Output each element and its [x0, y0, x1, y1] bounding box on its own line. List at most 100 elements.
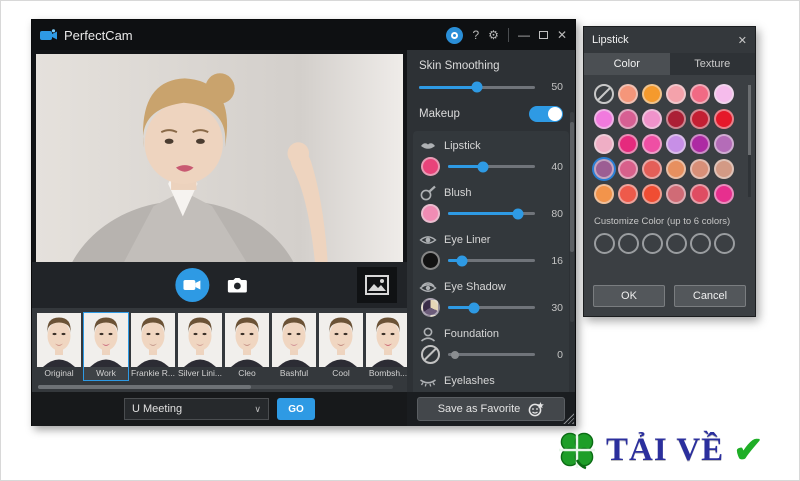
preset-face-image [131, 313, 175, 367]
preset-bombsh[interactable]: Bombsh... [365, 312, 411, 381]
makeup-item-blush: Blush80 [419, 184, 563, 226]
color-swatch-27[interactable] [666, 184, 686, 204]
color-swatch-12[interactable] [594, 134, 614, 154]
customize-color-label: Customize Color (up to 6 colors) [584, 208, 755, 227]
skin-smoothing-slider[interactable] [419, 86, 535, 89]
color-swatch-3[interactable] [666, 84, 686, 104]
foundation-slider[interactable] [448, 353, 535, 356]
color-swatch-5[interactable] [714, 84, 734, 104]
preset-bashful[interactable]: Bashful [271, 312, 317, 381]
ok-button[interactable]: OK [593, 285, 665, 307]
color-swatch-25[interactable] [618, 184, 638, 204]
save-as-favorite-button[interactable]: Save as Favorite [417, 397, 565, 421]
color-swatch-7[interactable] [618, 109, 638, 129]
app-select[interactable]: U Meeting ∨ [124, 398, 269, 420]
color-swatch-8[interactable] [642, 109, 662, 129]
preset-face-image [366, 313, 410, 367]
favorite-face-star-icon [528, 402, 544, 417]
makeup-item-label: Eyelashes [444, 375, 495, 387]
cancel-button[interactable]: Cancel [674, 285, 746, 307]
dialog-titlebar[interactable]: Lipstick ✕ [584, 27, 755, 53]
settings-gear-icon[interactable]: ⚙ [488, 28, 499, 42]
color-swatch-21[interactable] [666, 159, 686, 179]
slider-thumb[interactable] [472, 82, 483, 93]
color-swatch-13[interactable] [618, 134, 638, 154]
makeup-toggle[interactable] [529, 106, 563, 122]
color-swatch-24[interactable] [594, 184, 614, 204]
go-button[interactable]: GO [277, 398, 315, 420]
app-logo: PerfectCam [40, 28, 133, 43]
custom-color-slot-5[interactable] [690, 233, 711, 254]
lipstick-slider[interactable] [448, 165, 535, 168]
color-swatch-14[interactable] [642, 134, 662, 154]
color-swatch-1[interactable] [618, 84, 638, 104]
color-swatch-6[interactable] [594, 109, 614, 129]
color-swatch-2[interactable] [642, 84, 662, 104]
preset-cleo[interactable]: Cleo [224, 312, 270, 381]
color-swatch-9[interactable] [666, 109, 686, 129]
eye-shadow-color-swatch[interactable] [421, 298, 440, 317]
gallery-image-icon [365, 275, 389, 295]
color-swatch-22[interactable] [690, 159, 710, 179]
slider-thumb[interactable] [477, 161, 488, 172]
slider-thumb[interactable] [469, 302, 480, 313]
tab-texture[interactable]: Texture [670, 53, 756, 75]
skin-smoothing-label: Skin Smoothing [419, 60, 563, 72]
skin-smoothing-slider-row: 50 [419, 81, 563, 93]
custom-color-slot-6[interactable] [714, 233, 735, 254]
skin-smoothing-value: 50 [543, 81, 563, 93]
eye-liner-slider[interactable] [448, 259, 535, 262]
color-swatch-10[interactable] [690, 109, 710, 129]
preset-silver-lini[interactable]: Silver Lini... [177, 312, 223, 381]
color-swatch-19[interactable] [618, 159, 638, 179]
swatch-scrollbar[interactable] [748, 85, 751, 197]
titlebar[interactable]: PerfectCam ? ⚙ — ✕ [32, 20, 575, 50]
slider-thumb[interactable] [512, 208, 523, 219]
gallery-thumbnail-button[interactable] [357, 267, 397, 303]
eye-liner-color-swatch[interactable] [421, 251, 440, 270]
preset-frankie-r[interactable]: Frankie R... [130, 312, 176, 381]
maximize-button[interactable] [539, 28, 548, 42]
minimize-button[interactable]: — [518, 28, 530, 42]
preset-original[interactable]: Original [36, 312, 82, 381]
color-swatch-4[interactable] [690, 84, 710, 104]
color-swatch-29[interactable] [714, 184, 734, 204]
blush-slider[interactable] [448, 212, 535, 215]
color-swatch-28[interactable] [690, 184, 710, 204]
video-camera-logo-icon [40, 29, 58, 42]
video-mode-button[interactable] [175, 268, 209, 302]
foundation-color-swatch[interactable] [421, 345, 440, 364]
lipstick-color-swatch[interactable] [421, 157, 440, 176]
color-swatch-20[interactable] [642, 159, 662, 179]
color-swatch-15[interactable] [666, 134, 686, 154]
preset-label: Work [84, 367, 128, 380]
help-button[interactable]: ? [472, 28, 479, 42]
custom-color-slot-2[interactable] [618, 233, 639, 254]
color-swatch-16[interactable] [690, 134, 710, 154]
close-button[interactable]: ✕ [557, 28, 567, 42]
preset-cool[interactable]: Cool [318, 312, 364, 381]
perfectcam-window: PerfectCam ? ⚙ — ✕ [31, 19, 576, 426]
color-swatch-11[interactable] [714, 109, 734, 129]
custom-color-slot-3[interactable] [642, 233, 663, 254]
panel-vertical-scrollbar[interactable] [570, 112, 574, 322]
account-badge-icon[interactable] [446, 27, 463, 44]
download-text[interactable]: TẢI VỀ [606, 432, 724, 469]
dialog-close-button[interactable]: ✕ [738, 34, 747, 47]
eye-shadow-slider[interactable] [448, 306, 535, 309]
blush-color-swatch[interactable] [421, 204, 440, 223]
slider-thumb[interactable] [451, 351, 459, 359]
color-swatch-26[interactable] [642, 184, 662, 204]
custom-color-slot-1[interactable] [594, 233, 615, 254]
photo-mode-button[interactable] [227, 277, 247, 293]
swatch-grid-area [584, 75, 755, 208]
slider-thumb[interactable] [456, 255, 467, 266]
preset-horizontal-scrollbar[interactable] [38, 385, 393, 389]
preset-work[interactable]: Work [83, 312, 129, 381]
custom-color-slot-4[interactable] [666, 233, 687, 254]
color-swatch-23[interactable] [714, 159, 734, 179]
color-swatch-17[interactable] [714, 134, 734, 154]
color-swatch-18[interactable] [594, 159, 614, 179]
tab-color[interactable]: Color [584, 53, 670, 75]
swatch-none[interactable] [594, 84, 614, 104]
